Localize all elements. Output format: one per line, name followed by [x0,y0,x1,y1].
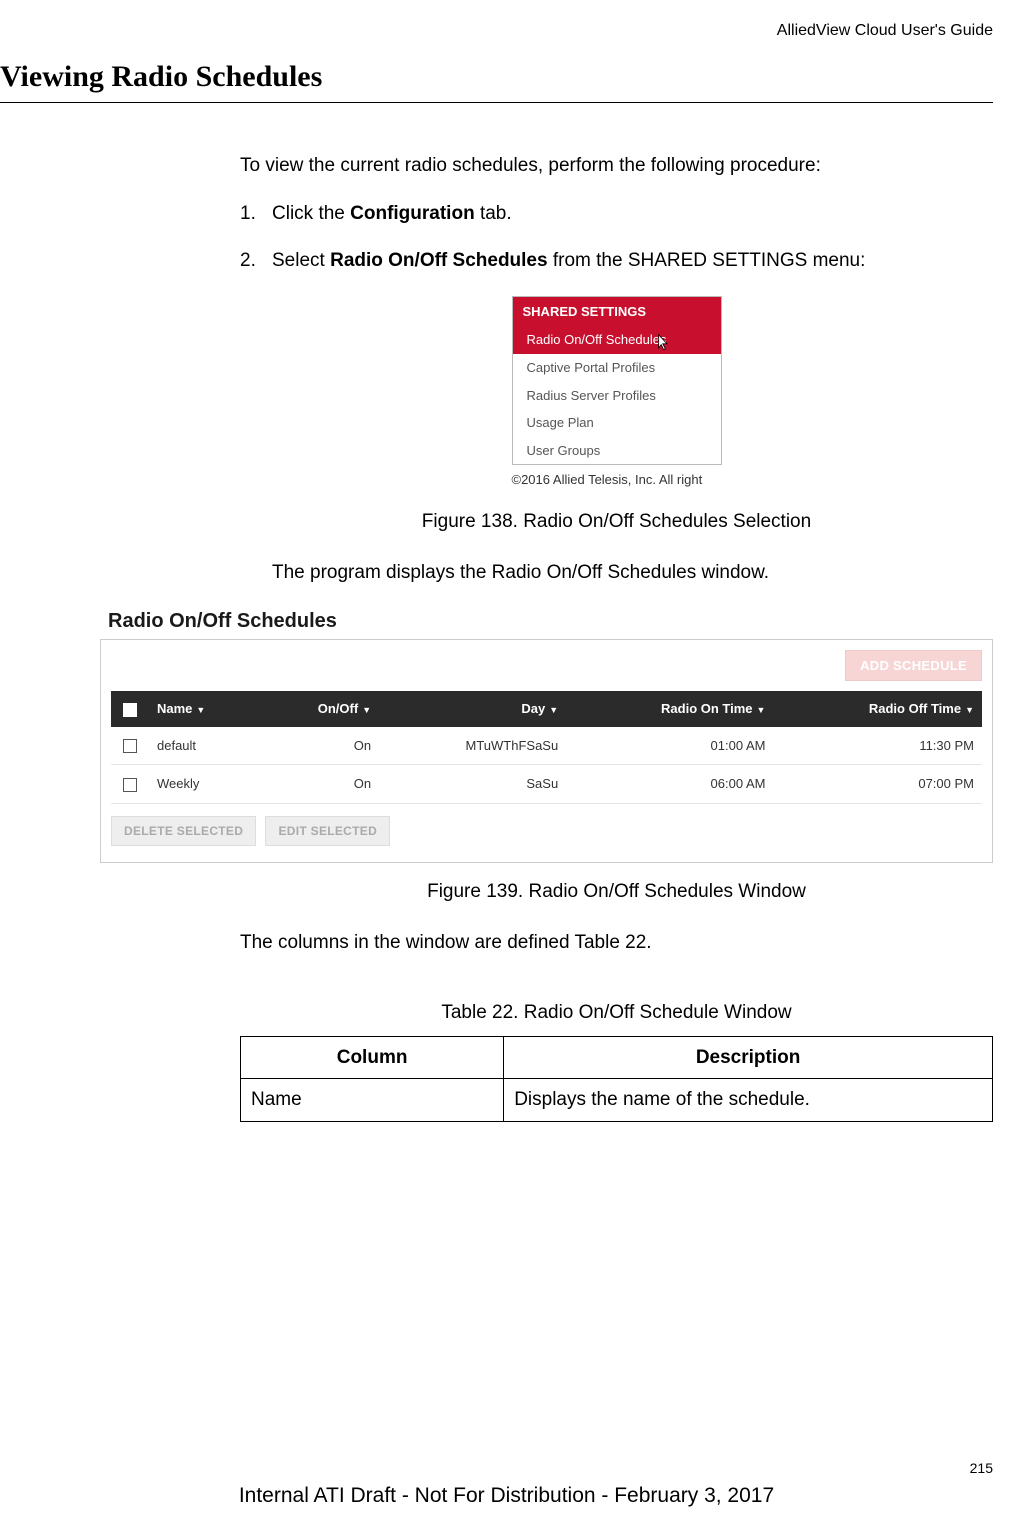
table-22-row0-desc: Displays the name of the schedule. [504,1079,993,1122]
shared-settings-header: SHARED SETTINGS [513,297,721,327]
table-22-row0-col: Name [241,1079,504,1122]
menu-item-captive-portal[interactable]: Captive Portal Profiles [513,354,721,382]
figure-138-caption: Figure 138. Radio On/Off Schedules Selec… [240,509,993,535]
sort-icon: ▼ [549,704,558,716]
cell-off-time: 11:30 PM [773,727,982,765]
table-22-head-column: Column [241,1036,504,1079]
menu-item-label: Radio On/Off Schedules [527,332,667,347]
sort-icon: ▼ [362,704,371,716]
step-2-text-a: Select [272,250,330,271]
cell-off-time: 07:00 PM [773,765,982,804]
step-1-text-a: Click the [272,203,350,224]
cell-on-time: 06:00 AM [566,765,773,804]
step-1: 1. Click the Configuration tab. [240,201,993,227]
schedules-panel-title: Radio On/Off Schedules [100,608,993,635]
table-22-caption: Table 22. Radio On/Off Schedule Window [240,1000,993,1026]
cell-onoff: On [260,727,379,765]
cell-on-time: 01:00 AM [566,727,773,765]
menu-item-usage-plan[interactable]: Usage Plan [513,409,721,437]
cell-day: SaSu [379,765,566,804]
copyright-text: ©2016 Allied Telesis, Inc. All right [512,471,722,489]
step-1-bold: Configuration [350,203,475,224]
cell-day: MTuWThFSaSu [379,727,566,765]
sort-icon: ▼ [196,704,205,716]
step-2: 2. Select Radio On/Off Schedules from th… [240,248,993,274]
edit-selected-button[interactable]: EDIT SELECTED [265,816,390,846]
col-onoff[interactable]: On/Off▼ [260,691,379,727]
step-2-text-b: from the SHARED SETTINGS menu: [548,250,866,271]
step-2-bold: Radio On/Off Schedules [330,250,547,271]
intro-text: To view the current radio schedules, per… [240,153,993,179]
col-on-time[interactable]: Radio On Time▼ [566,691,773,727]
delete-selected-button[interactable]: DELETE SELECTED [111,816,256,846]
cell-name: Weekly [149,765,260,804]
menu-item-radius-server[interactable]: Radius Server Profiles [513,382,721,410]
step-1-text-b: tab. [475,203,512,224]
row-checkbox[interactable] [123,739,137,753]
add-schedule-button[interactable]: ADD SCHEDULE [845,650,982,681]
col-name[interactable]: Name▼ [149,691,260,727]
cell-name: default [149,727,260,765]
page-number: 215 [970,1460,993,1476]
sort-icon: ▼ [965,704,974,716]
col-off-time[interactable]: Radio Off Time▼ [773,691,982,727]
after-fig138-text: The program displays the Radio On/Off Sc… [272,560,993,586]
step-2-num: 2. [240,248,256,274]
header-guide-title: AlliedView Cloud User's Guide [777,22,993,40]
row-checkbox[interactable] [123,778,137,792]
table-22: Column Description Name Displays the nam… [240,1036,993,1122]
menu-item-user-groups[interactable]: User Groups [513,437,721,465]
pointer-cursor-icon [653,333,671,358]
figure-139-caption: Figure 139. Radio On/Off Schedules Windo… [240,879,993,905]
table-row: Weekly On SaSu 06:00 AM 07:00 PM [111,765,982,804]
col-day[interactable]: Day▼ [379,691,566,727]
table-row: default On MTuWThFSaSu 01:00 AM 11:30 PM [111,727,982,765]
menu-item-radio-schedules[interactable]: Radio On/Off Schedules [513,326,721,354]
step-1-num: 1. [240,201,256,227]
header-checkbox[interactable] [111,691,149,727]
figure-139-panel: Radio On/Off Schedules ADD SCHEDULE Name… [100,608,993,863]
section-heading: Viewing Radio Schedules [0,30,993,103]
sort-icon: ▼ [757,704,766,716]
table-22-head-description: Description [504,1036,993,1079]
after-fig139-text: The columns in the window are defined Ta… [240,930,993,956]
cell-onoff: On [260,765,379,804]
figure-138-menu: SHARED SETTINGS Radio On/Off Schedules C… [512,296,722,489]
footer-draft-notice: Internal ATI Draft - Not For Distributio… [0,1484,1013,1508]
